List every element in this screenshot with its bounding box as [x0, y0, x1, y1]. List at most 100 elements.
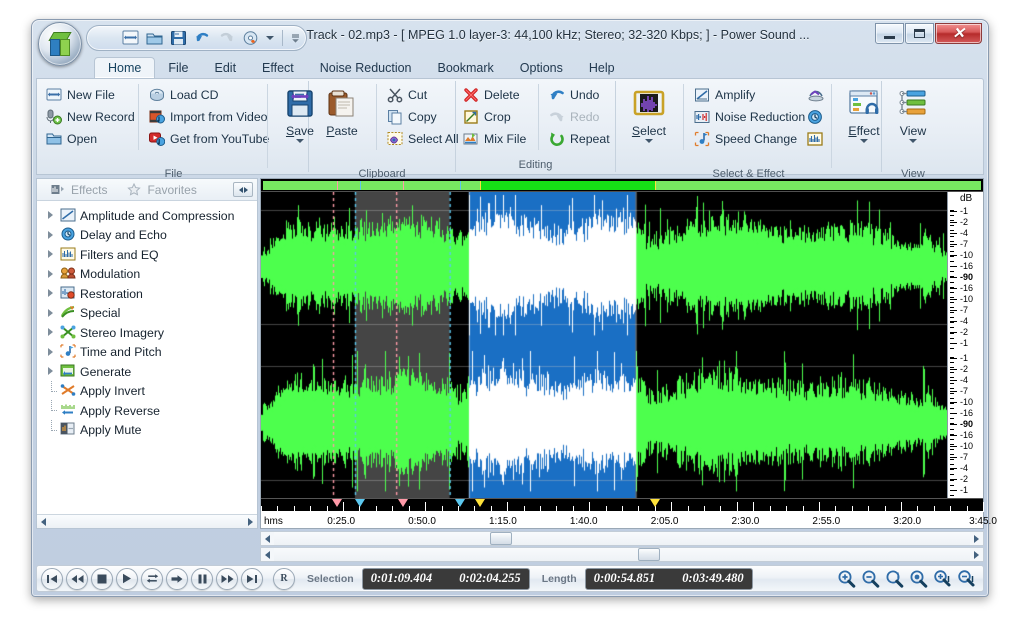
zoom-selection-button[interactable] — [884, 568, 905, 589]
expand-arrow-icon[interactable] — [47, 367, 56, 376]
scroll-thumb[interactable] — [490, 532, 512, 545]
expand-arrow-icon[interactable] — [47, 348, 56, 357]
delay-button[interactable] — [803, 106, 827, 128]
horizontal-scrollbar-bottom[interactable] — [260, 547, 984, 562]
zoom-full-button[interactable] — [908, 568, 929, 589]
maximize-button[interactable] — [905, 23, 934, 44]
selection-time-display[interactable]: 0:01:09.404 0:02:04.255 — [362, 568, 530, 590]
zoom-out-button[interactable] — [860, 568, 881, 589]
loop-button[interactable] — [141, 568, 163, 590]
sidebar-tab-favorites[interactable]: Favorites — [117, 180, 206, 200]
tree-item-time-and-pitch[interactable]: Time and Pitch — [39, 343, 257, 363]
equalizer-button[interactable] — [803, 128, 827, 150]
speed-change-button[interactable]: Speed Change — [690, 128, 803, 150]
sidebar-tab-scroll-buttons[interactable] — [233, 182, 253, 197]
selection-start-handle[interactable] — [475, 499, 485, 507]
fast-forward-button[interactable] — [216, 568, 238, 590]
scroll-thumb[interactable] — [638, 548, 660, 561]
repeat-button[interactable]: Repeat — [545, 128, 612, 150]
sidebar-scroll-right-arrow-icon[interactable] — [244, 516, 257, 527]
bookmark-pink-1[interactable] — [332, 499, 342, 507]
sidebar-horizontal-scrollbar[interactable] — [37, 514, 257, 528]
view-button[interactable]: View — [885, 84, 941, 168]
expand-arrow-icon[interactable] — [47, 211, 56, 220]
zoom-vertical-out-button[interactable] — [956, 568, 977, 589]
bookmark-pink-2[interactable] — [398, 499, 408, 507]
import-from-video-button[interactable]: Import from Video — [145, 106, 263, 128]
bookmark-blue-2[interactable] — [455, 499, 465, 507]
tab-edit[interactable]: Edit — [202, 57, 250, 78]
new-file-button[interactable]: New File — [42, 84, 134, 106]
minimize-button[interactable] — [875, 23, 904, 44]
expand-arrow-icon[interactable] — [47, 309, 56, 318]
select-chevron-down-icon[interactable] — [645, 139, 653, 143]
scroll-right-arrow-icon[interactable] — [970, 548, 983, 561]
tree-item-modulation[interactable]: Modulation — [39, 265, 257, 285]
delete-button[interactable]: Delete — [459, 84, 534, 106]
go-to-end-button[interactable] — [241, 568, 263, 590]
select-all-button[interactable]: Select All — [383, 128, 458, 150]
tree-item-generate[interactable]: Generate — [39, 362, 257, 382]
tree-item-apply-reverse[interactable]: Apply Reverse — [39, 401, 257, 421]
noise-reduction-button[interactable]: Noise Reduction — [690, 106, 803, 128]
expand-arrow-icon[interactable] — [47, 250, 56, 259]
close-button[interactable]: ✕ — [935, 23, 982, 44]
go-to-start-button[interactable] — [41, 568, 63, 590]
overview-strip[interactable] — [261, 179, 983, 192]
cut-button[interactable]: Cut — [383, 84, 458, 106]
select-button[interactable]: Select — [621, 84, 677, 168]
horizontal-scrollbar-top[interactable] — [260, 531, 984, 546]
timeline-ruler[interactable]: hms 0:25.00:50.01:15.01:40.02:05.02:30.0… — [261, 498, 983, 528]
crop-button[interactable]: Crop — [459, 106, 534, 128]
tab-bookmark[interactable]: Bookmark — [425, 57, 507, 78]
effect-chevron-down-icon[interactable] — [860, 139, 868, 143]
expand-arrow-icon[interactable] — [47, 231, 56, 240]
play-button[interactable] — [116, 568, 138, 590]
qat-open-icon[interactable] — [143, 27, 165, 49]
scroll-track[interactable] — [274, 548, 970, 561]
tree-item-special[interactable]: Special — [39, 304, 257, 324]
qat-save-icon[interactable] — [167, 27, 189, 49]
copy-button[interactable]: Copy — [383, 106, 458, 128]
expand-arrow-icon[interactable] — [47, 270, 56, 279]
fade-button[interactable] — [803, 84, 827, 106]
stop-button[interactable] — [91, 568, 113, 590]
tree-item-amplitude-and-compression[interactable]: Amplitude and Compression — [39, 206, 257, 226]
tree-item-filters-and-eq[interactable]: Filters and EQ — [39, 245, 257, 265]
application-menu-orb[interactable] — [38, 22, 82, 66]
tab-effect[interactable]: Effect — [249, 57, 307, 78]
tree-item-restoration[interactable]: Restoration — [39, 284, 257, 304]
selection-end-handle[interactable] — [650, 499, 660, 507]
expand-arrow-icon[interactable] — [47, 289, 56, 298]
length-time-display[interactable]: 0:00:54.851 0:03:49.480 — [585, 568, 753, 590]
undo-button[interactable]: Undo — [545, 84, 612, 106]
qat-burn-cd-icon[interactable] — [239, 27, 261, 49]
qat-customize-icon[interactable] — [288, 28, 302, 48]
bookmark-blue-1[interactable] — [355, 499, 365, 507]
save-chevron-down-icon[interactable] — [296, 139, 304, 143]
sidebar-tab-effects[interactable]: Effects — [41, 180, 117, 200]
waveform-canvas[interactable] — [261, 192, 947, 498]
chevron-right-icon[interactable] — [244, 187, 248, 193]
sidebar-scroll-left-arrow-icon[interactable] — [37, 516, 50, 527]
tree-item-stereo-imagery[interactable]: Stereo Imagery — [39, 323, 257, 343]
tree-item-apply-invert[interactable]: Apply Invert — [39, 382, 257, 402]
paste-button[interactable]: Paste — [314, 84, 370, 168]
tab-home[interactable]: Home — [94, 57, 155, 78]
get-from-youtube-button[interactable]: Get from YouTube — [145, 128, 263, 150]
tab-noise-reduction[interactable]: Noise Reduction — [307, 57, 425, 78]
scroll-left-arrow-icon[interactable] — [261, 532, 274, 545]
tree-item-delay-and-echo[interactable]: Delay and Echo — [39, 226, 257, 246]
scroll-track[interactable] — [274, 532, 970, 545]
play-selection-button[interactable] — [166, 568, 188, 590]
qat-overflow-chevron-icon[interactable] — [263, 28, 277, 48]
tree-item-apply-mute[interactable]: Apply Mute — [39, 421, 257, 441]
rewind-button[interactable] — [66, 568, 88, 590]
zoom-vertical-in-button[interactable] — [932, 568, 953, 589]
expand-arrow-icon[interactable] — [47, 328, 56, 337]
qat-new-file-icon[interactable] — [119, 27, 141, 49]
tab-help[interactable]: Help — [576, 57, 628, 78]
scroll-right-arrow-icon[interactable] — [970, 532, 983, 545]
view-chevron-down-icon[interactable] — [909, 139, 917, 143]
tab-file[interactable]: File — [155, 57, 201, 78]
